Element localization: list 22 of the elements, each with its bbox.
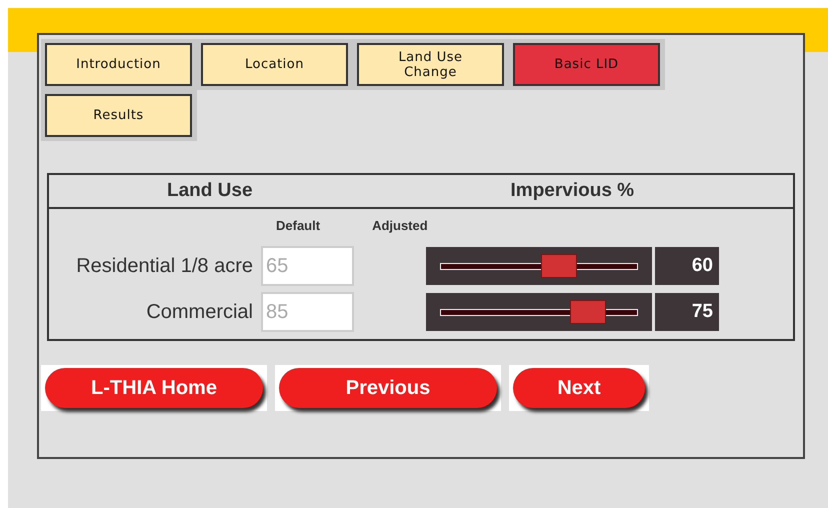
nav-button[interactable]: L-THIA Home [45,368,263,408]
tab[interactable]: Location [201,43,348,86]
default-field[interactable]: 65 [261,246,354,286]
value-display: 75 [655,293,719,331]
column-header: Land Use [167,178,253,203]
column-subheader: Adjusted [372,217,428,236]
column-subheader: Default [276,217,320,236]
land-use-label: Residential 1/8 acre [76,255,253,277]
tab[interactable]: Introduction [45,43,192,86]
value-display: 60 [655,247,719,285]
tab[interactable]: Basic LID [513,43,660,86]
land-use-label: Commercial [146,301,253,323]
nav-button[interactable]: Previous [279,368,497,408]
slider[interactable] [426,247,652,285]
tab[interactable]: Land Use Change [357,43,504,86]
nav-button[interactable]: Next [513,368,645,408]
default-field[interactable]: 85 [261,292,354,332]
slider[interactable] [426,293,652,331]
column-header: Impervious % [510,178,634,203]
slider-thumb[interactable] [540,254,577,278]
tab[interactable]: Results [45,94,192,137]
slider-thumb[interactable] [570,300,606,324]
